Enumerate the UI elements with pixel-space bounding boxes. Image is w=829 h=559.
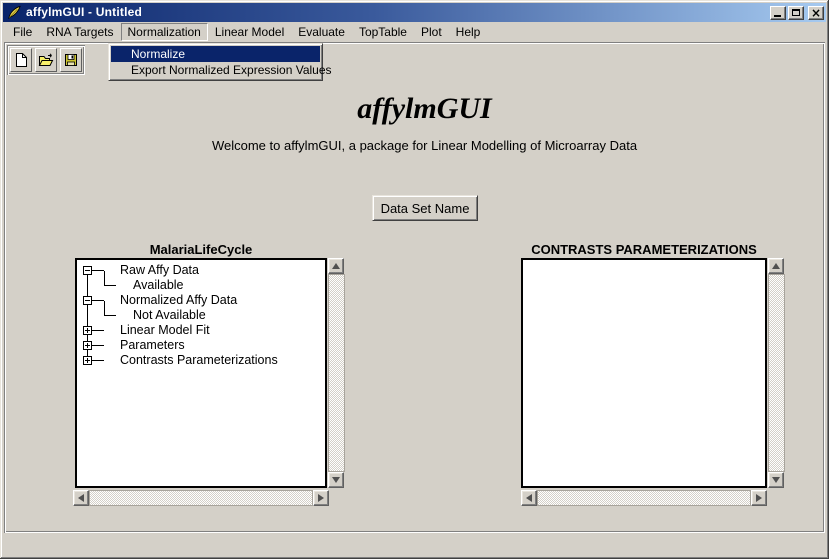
- right-horizontal-scrollbar[interactable]: [521, 490, 767, 506]
- arrow-up-icon: [772, 263, 780, 269]
- toolbar-save-button[interactable]: [60, 48, 82, 72]
- dataset-tree-listbox[interactable]: Raw Affy DataAvailableNormalized Affy Da…: [75, 258, 327, 488]
- tree-connector-line: [92, 330, 104, 331]
- tree: Raw Affy DataAvailableNormalized Affy Da…: [77, 260, 325, 486]
- data-set-name-button[interactable]: Data Set Name: [372, 195, 478, 221]
- arrow-right-icon: [318, 494, 324, 502]
- menubar-item-plot[interactable]: Plot: [414, 23, 449, 41]
- tree-collapse-toggle[interactable]: [83, 266, 92, 275]
- close-icon: ×: [811, 8, 821, 18]
- scroll-up-button[interactable]: [768, 258, 784, 274]
- menubar-item-linear-model[interactable]: Linear Model: [208, 23, 291, 41]
- scroll-right-button[interactable]: [751, 490, 767, 506]
- normalization-dropdown-menu: NormalizeExport Normalized Expression Va…: [108, 43, 323, 81]
- scrollbar-trough[interactable]: [537, 490, 751, 506]
- arrow-up-icon: [332, 263, 340, 269]
- content-area: affylmGUI Welcome to affylmGUI, a packag…: [4, 42, 825, 533]
- right-vertical-scrollbar[interactable]: [768, 258, 785, 488]
- tree-item-contrasts-parameterizations[interactable]: Contrasts Parameterizations: [120, 353, 278, 367]
- window-controls: ×: [770, 6, 824, 20]
- tree-connector-line: [92, 360, 104, 361]
- scroll-right-button[interactable]: [313, 490, 329, 506]
- left-vertical-scrollbar[interactable]: [328, 258, 345, 488]
- scroll-left-button[interactable]: [521, 490, 537, 506]
- toolbar-new-button[interactable]: [10, 48, 32, 72]
- scrollbar-trough[interactable]: [328, 274, 345, 472]
- tk-feather-icon: [7, 5, 22, 20]
- menubar-item-file[interactable]: File: [6, 23, 39, 41]
- menubar-item-rna-targets[interactable]: RNA Targets: [39, 23, 120, 41]
- contrasts-listbox[interactable]: [521, 258, 767, 488]
- scrollbar-trough[interactable]: [768, 274, 785, 472]
- menubar-item-help[interactable]: Help: [449, 23, 488, 41]
- open-folder-icon: [38, 52, 54, 68]
- menubar-item-normalization[interactable]: Normalization: [121, 23, 208, 41]
- app-title: affylmGUI: [14, 92, 829, 126]
- tree-connector-line: [92, 345, 104, 346]
- tree-connector-line: [92, 270, 104, 271]
- left-panel-title: MalariaLifeCycle: [75, 242, 327, 257]
- tree-expand-toggle[interactable]: [83, 326, 92, 335]
- menubar-item-toptable[interactable]: TopTable: [352, 23, 414, 41]
- tree-connector-line: [104, 301, 105, 316]
- tree-expand-toggle[interactable]: [83, 341, 92, 350]
- menubar: FileRNA TargetsNormalizationLinear Model…: [3, 22, 826, 42]
- menu-item-normalize[interactable]: Normalize: [111, 46, 320, 62]
- window-title: affylmGUI - Untitled: [26, 3, 770, 22]
- toolbar-open-button[interactable]: [35, 48, 57, 72]
- minimize-button[interactable]: [770, 6, 786, 20]
- maximize-button[interactable]: [788, 6, 804, 20]
- scrollbar-trough[interactable]: [89, 490, 313, 506]
- right-panel-title: CONTRASTS PARAMETERIZATIONS: [521, 242, 767, 257]
- maximize-icon: [792, 9, 800, 16]
- tree-item-linear-model-fit[interactable]: Linear Model Fit: [120, 323, 210, 337]
- tree-item-available[interactable]: Available: [133, 278, 184, 292]
- left-horizontal-scrollbar[interactable]: [73, 490, 329, 506]
- arrow-down-icon: [772, 477, 780, 483]
- scroll-left-button[interactable]: [73, 490, 89, 506]
- close-button[interactable]: ×: [808, 6, 824, 20]
- tree-connector-line: [104, 315, 116, 316]
- scroll-up-button[interactable]: [328, 258, 344, 274]
- arrow-down-icon: [332, 477, 340, 483]
- tree-item-not-available[interactable]: Not Available: [133, 308, 206, 322]
- welcome-text: Welcome to affylmGUI, a package for Line…: [14, 138, 829, 153]
- tree-item-normalized-affy-data[interactable]: Normalized Affy Data: [120, 293, 237, 307]
- scroll-down-button[interactable]: [768, 472, 784, 488]
- arrow-left-icon: [526, 494, 532, 502]
- menubar-item-evaluate[interactable]: Evaluate: [291, 23, 352, 41]
- tree-collapse-toggle[interactable]: [83, 296, 92, 305]
- tree-expand-toggle[interactable]: [83, 356, 92, 365]
- arrow-left-icon: [78, 494, 84, 502]
- tree-item-raw-affy-data[interactable]: Raw Affy Data: [120, 263, 199, 277]
- tree-connector-line: [104, 285, 116, 286]
- new-file-icon: [13, 52, 29, 68]
- minimize-icon: [774, 15, 781, 17]
- arrow-right-icon: [756, 494, 762, 502]
- app-window: affylmGUI - Untitled × FileRNA TargetsNo…: [0, 0, 829, 559]
- save-floppy-icon: [63, 52, 79, 68]
- tree-item-parameters[interactable]: Parameters: [120, 338, 185, 352]
- toolbar: [7, 45, 85, 75]
- scroll-down-button[interactable]: [328, 472, 344, 488]
- tree-connector-line: [92, 300, 104, 301]
- menu-item-export-normalized-expression-values[interactable]: Export Normalized Expression Values: [111, 62, 320, 78]
- tree-connector-line: [104, 271, 105, 286]
- title-bar[interactable]: affylmGUI - Untitled ×: [3, 3, 826, 22]
